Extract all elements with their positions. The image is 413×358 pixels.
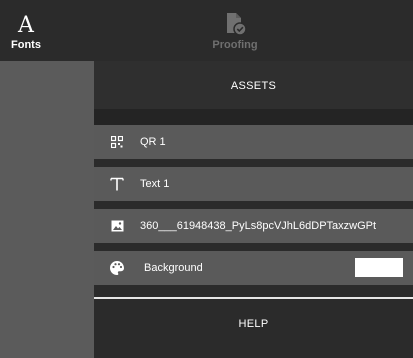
asset-row-qr[interactable]: QR 1: [94, 125, 413, 159]
asset-label: Text 1: [140, 178, 170, 190]
background-label: Background: [144, 262, 203, 274]
proofing-label: Proofing: [212, 38, 258, 51]
font-letter-icon: A: [16, 11, 36, 37]
left-sidebar-panel: [0, 61, 94, 358]
asset-row-image[interactable]: 360___61948438_PyLs8pcVJhL6dDPTaxzwGPt: [94, 209, 413, 243]
proofing-document-check-icon: [221, 11, 249, 37]
svg-text:A: A: [17, 13, 35, 35]
image-icon: [94, 220, 140, 232]
proofing-tool[interactable]: Proofing: [196, 0, 274, 61]
asset-row-background[interactable]: Background: [94, 251, 413, 285]
help-header[interactable]: HELP: [94, 299, 413, 349]
assets-panel: ASSETS QR 1 Text 1 360___61948438_PyLs8p…: [94, 61, 413, 358]
assets-divider: [94, 109, 413, 125]
fonts-tool[interactable]: A Fonts: [0, 0, 52, 61]
text-icon: [94, 177, 140, 191]
asset-label: QR 1: [140, 136, 166, 148]
assets-header-label: ASSETS: [230, 80, 277, 92]
fonts-label: Fonts: [11, 38, 41, 51]
qr-code-icon: [94, 136, 140, 148]
asset-label: 360___61948438_PyLs8pcVJhL6dDPTaxzwGPt: [140, 220, 377, 232]
background-color-swatch[interactable]: [355, 258, 403, 277]
assets-header[interactable]: ASSETS: [94, 61, 413, 111]
help-header-label: HELP: [238, 318, 269, 330]
asset-row-text[interactable]: Text 1: [94, 167, 413, 201]
palette-icon: [94, 260, 140, 276]
top-toolbar: A Fonts Proofing: [0, 0, 413, 61]
